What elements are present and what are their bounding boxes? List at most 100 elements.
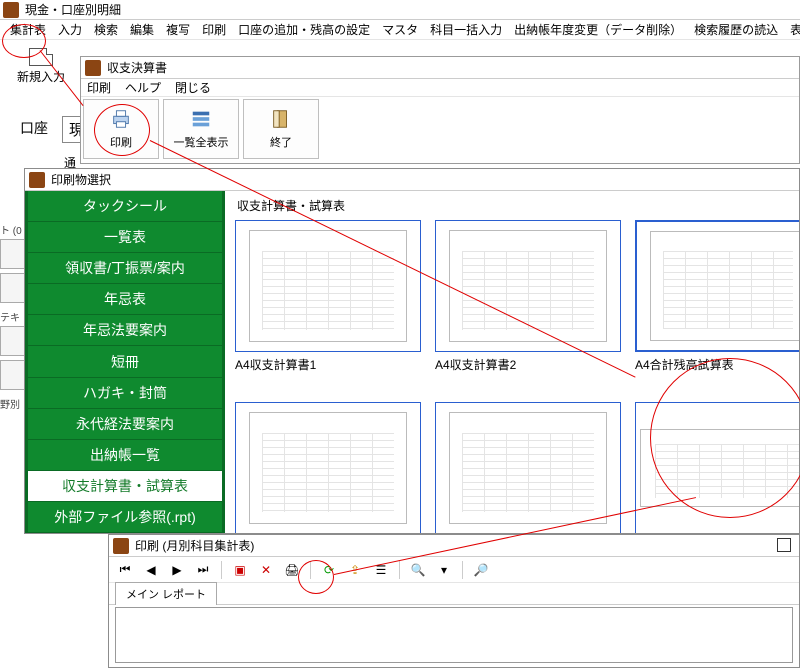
- category-list: タックシール 一覧表 領収書/丁振票/案内 年忌表 年忌法要案内 短冊 ハガキ・…: [25, 191, 225, 533]
- cat-nenki-guide[interactable]: 年忌法要案内: [25, 315, 225, 346]
- menu-input[interactable]: 入力: [52, 19, 88, 40]
- menu-view[interactable]: 表示: [784, 19, 800, 40]
- cat-balance-sheet[interactable]: 収支計算書・試算表: [25, 471, 225, 502]
- menu-copy[interactable]: 複写: [160, 19, 196, 40]
- preview-area: 収支計算書・試算表 A4収支計算書1 A4収支計算書2 A4合計残高試算表: [225, 191, 799, 533]
- cat-tackseal[interactable]: タックシール: [25, 191, 225, 222]
- report-tabs: メイン レポート: [109, 583, 799, 605]
- menu-aggregate[interactable]: 集計表: [4, 19, 52, 40]
- child1-icon: [85, 60, 101, 76]
- strip-label-2: テキ: [0, 307, 26, 326]
- menu-master[interactable]: マスタ: [376, 19, 424, 40]
- cat-external[interactable]: 外部ファイル参照(.rpt): [25, 502, 225, 533]
- last-page-icon[interactable]: ⏭: [195, 562, 211, 578]
- child2-titlebar: 印刷物選択: [25, 169, 799, 191]
- print-button[interactable]: 印刷: [83, 99, 159, 159]
- window-print-report: 印刷 (月別科目集計表) ⏮ ◀ ▶ ⏭ ▣ ✕ 🖨 ⟳ ⇪ ☰ 🔍 ▾ 🔎 メ…: [108, 534, 800, 668]
- strip-label-3: 野別: [0, 394, 26, 413]
- toolbar-sep-1: [221, 561, 222, 579]
- thumb-3[interactable]: A4合計残高試算表: [635, 220, 799, 390]
- showall-button[interactable]: 一覧全表示: [163, 99, 239, 159]
- refresh-icon[interactable]: ⟳: [321, 562, 337, 578]
- next-page-icon[interactable]: ▶: [169, 562, 185, 578]
- thumb-2-caption: A4収支計算書2: [435, 352, 621, 373]
- maximize-button[interactable]: [777, 538, 791, 552]
- app-icon: [3, 2, 19, 18]
- printer-icon[interactable]: 🖨: [284, 562, 300, 578]
- thumb-grid: A4収支計算書1 A4収支計算書2 A4合計残高試算表: [235, 220, 789, 533]
- exit-button[interactable]: 終了: [243, 99, 319, 159]
- thumb-3-caption: A4合計残高試算表: [635, 352, 799, 373]
- new-page-icon: [29, 48, 53, 66]
- window-balance-sheet: 収支決算書 印刷 ヘルプ 閉じる 印刷 一覧全表示 終了: [80, 56, 800, 164]
- new-page-icon[interactable]: ▣: [232, 562, 248, 578]
- window-print-select: 印刷物選択 タックシール 一覧表 領収書/丁振票/案内 年忌表 年忌法要案内 短…: [24, 168, 800, 534]
- child1-menu-help[interactable]: ヘルプ: [125, 79, 161, 96]
- cat-nenki[interactable]: 年忌表: [25, 284, 225, 315]
- strip-cell-3[interactable]: [0, 326, 26, 356]
- toolbar-sep-4: [462, 561, 463, 579]
- child1-title-text: 収支決算書: [107, 59, 167, 76]
- menu-year[interactable]: 出納帳年度変更（データ削除）: [508, 19, 688, 40]
- toolbar-sep-3: [399, 561, 400, 579]
- thumb-4[interactable]: [235, 402, 421, 533]
- child1-menu-close[interactable]: 閉じる: [175, 79, 211, 96]
- menu-edit[interactable]: 編集: [124, 19, 160, 40]
- main-titlebar: 現金・口座別明細: [0, 0, 800, 20]
- zoom-icon[interactable]: 🔍: [410, 562, 426, 578]
- child1-menu-print[interactable]: 印刷: [87, 79, 111, 96]
- exit-icon: [269, 108, 293, 130]
- new-input-button[interactable]: 新規入力: [4, 48, 78, 88]
- export-icon[interactable]: ⇪: [347, 562, 363, 578]
- cat-list[interactable]: 一覧表: [25, 222, 225, 253]
- thumb-1-caption: A4収支計算書1: [235, 352, 421, 373]
- child3-toolbar: ⏮ ◀ ▶ ⏭ ▣ ✕ 🖨 ⟳ ⇪ ☰ 🔍 ▾ 🔎: [109, 557, 799, 583]
- find-icon[interactable]: 🔎: [473, 562, 489, 578]
- strip-cell-4[interactable]: [0, 360, 26, 390]
- child1-toolbar: 印刷 一覧全表示 終了: [81, 97, 799, 161]
- list-icon: [189, 108, 213, 130]
- report-canvas[interactable]: [115, 607, 793, 663]
- cat-tanzaku[interactable]: 短冊: [25, 346, 225, 377]
- child3-title-text: 印刷 (月別科目集計表): [135, 537, 254, 554]
- cat-eitai[interactable]: 永代経法要案内: [25, 409, 225, 440]
- child2-title-text: 印刷物選択: [51, 171, 111, 188]
- printer-icon: [109, 108, 133, 130]
- left-strip: ト (0 テキ 野別: [0, 220, 26, 413]
- first-page-icon[interactable]: ⏮: [117, 562, 133, 578]
- toolbar-sep-2: [310, 561, 311, 579]
- strip-label-1: ト (0: [0, 220, 26, 239]
- prev-page-icon[interactable]: ◀: [143, 562, 159, 578]
- cat-ledger[interactable]: 出納帳一覧: [25, 440, 225, 471]
- menu-history[interactable]: 検索履歴の読込: [688, 19, 784, 40]
- tab-main-report[interactable]: メイン レポート: [115, 582, 217, 605]
- child1-menubar: 印刷 ヘルプ 閉じる: [81, 79, 799, 97]
- strip-cell-1[interactable]: [0, 239, 26, 269]
- child1-titlebar: 収支決算書: [81, 57, 799, 79]
- child3-titlebar: 印刷 (月別科目集計表): [109, 535, 799, 557]
- cat-hagaki[interactable]: ハガキ・封筒: [25, 378, 225, 409]
- thumb-1[interactable]: A4収支計算書1: [235, 220, 421, 390]
- main-menubar: 集計表 入力 検索 編集 複写 印刷 口座の追加・残高の設定 マスタ 科目一括入…: [0, 20, 800, 40]
- exit-button-label: 終了: [270, 134, 292, 150]
- menu-account[interactable]: 口座の追加・残高の設定: [232, 19, 376, 40]
- thumb-5[interactable]: [435, 402, 621, 533]
- new-input-label: 新規入力: [4, 68, 78, 85]
- preview-heading: 収支計算書・試算表: [237, 197, 789, 214]
- child3-icon: [113, 538, 129, 554]
- menu-search[interactable]: 検索: [88, 19, 124, 40]
- menu-print[interactable]: 印刷: [196, 19, 232, 40]
- account-label: 口座: [20, 118, 48, 138]
- cat-receipt[interactable]: 領収書/丁振票/案内: [25, 253, 225, 284]
- delete-icon[interactable]: ✕: [258, 562, 274, 578]
- menu-bulk[interactable]: 科目一括入力: [424, 19, 508, 40]
- zoom-dropdown-icon[interactable]: ▾: [436, 562, 452, 578]
- showall-button-label: 一覧全表示: [174, 134, 229, 150]
- thumb-6[interactable]: [635, 402, 799, 533]
- print-button-label: 印刷: [110, 134, 132, 150]
- child2-icon: [29, 172, 45, 188]
- main-title: 現金・口座別明細: [25, 1, 121, 18]
- thumb-2[interactable]: A4収支計算書2: [435, 220, 621, 390]
- tree-icon[interactable]: ☰: [373, 562, 389, 578]
- strip-cell-2[interactable]: [0, 273, 26, 303]
